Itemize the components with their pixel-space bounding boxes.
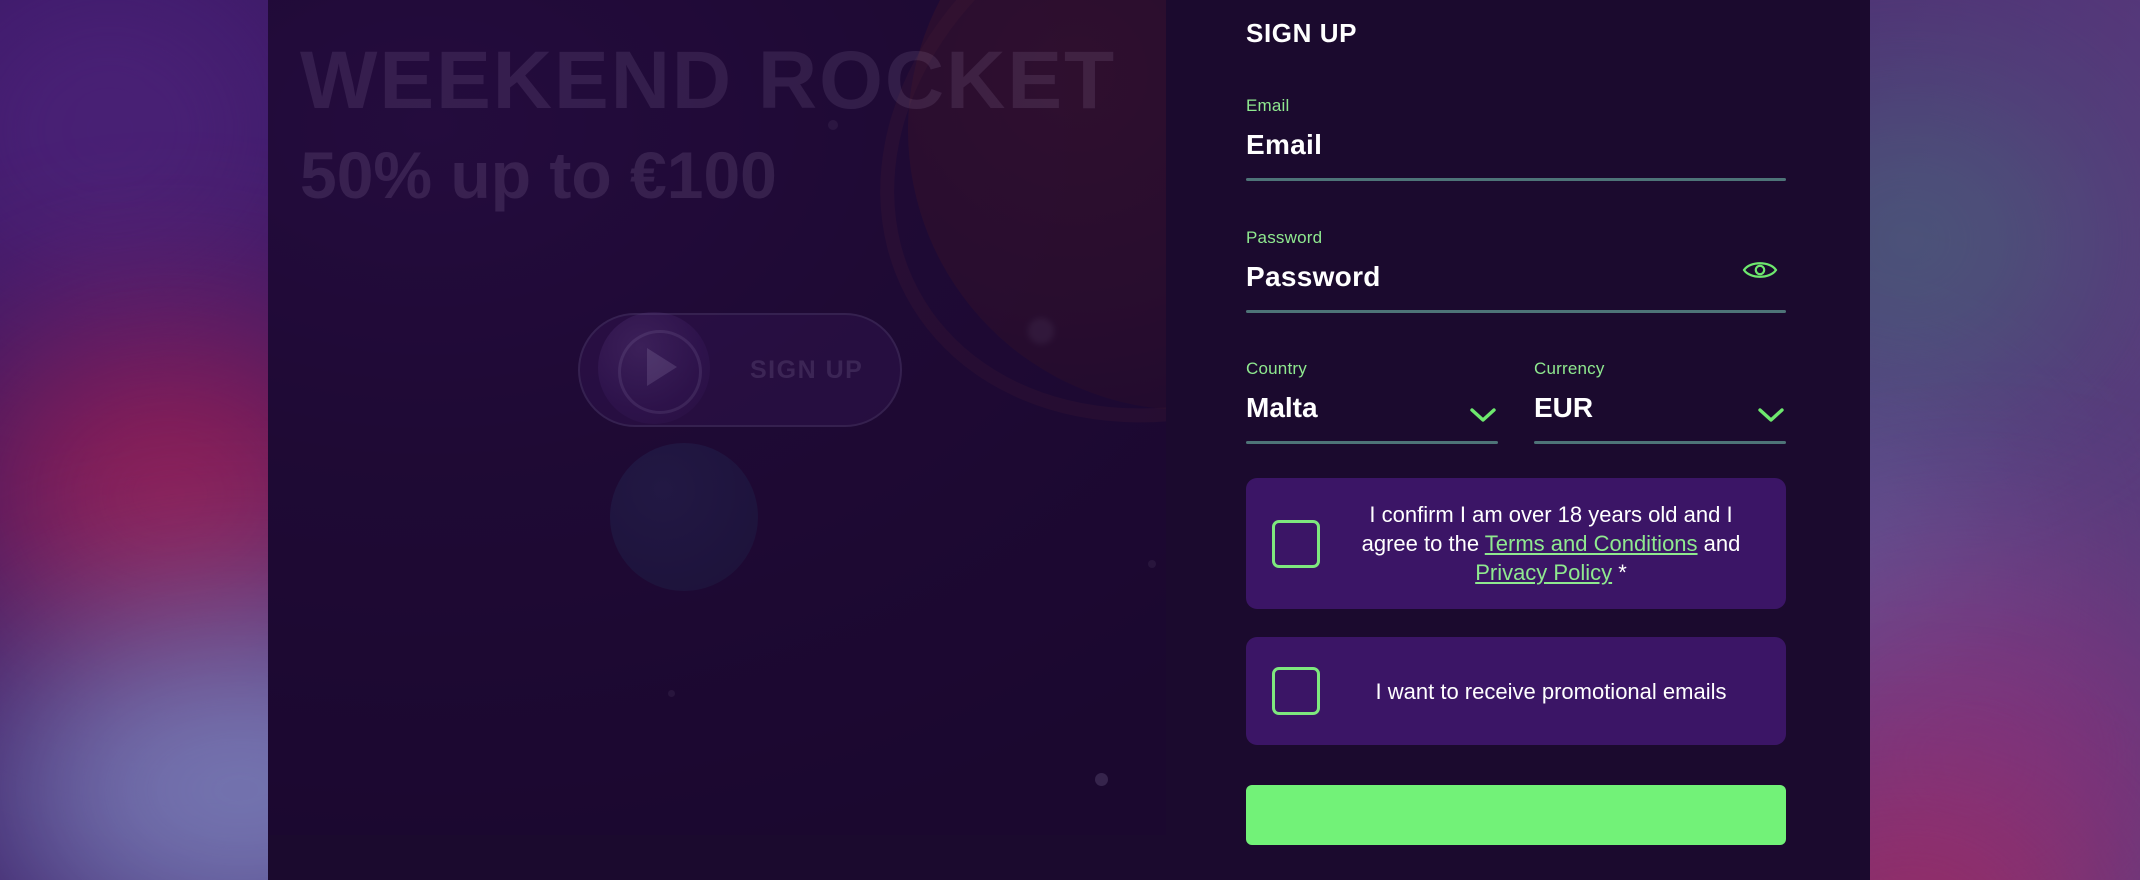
banner-content: WEEKEND ROCKET 50% up to €100 (300, 35, 1166, 212)
terms-text: I confirm I am over 18 years old and I a… (1342, 500, 1760, 587)
email-input[interactable]: Email (1246, 129, 1786, 161)
terms-consent-panel[interactable]: I confirm I am over 18 years old and I a… (1246, 478, 1786, 610)
signup-form-panel: SIGN UP Email Email Password Password Co… (1166, 0, 1870, 880)
email-label: Email (1246, 96, 1290, 115)
email-field-group: Email Email (1246, 96, 1786, 181)
banner-subtitle: 50% up to €100 (300, 138, 777, 212)
chevron-down-icon (1468, 399, 1498, 422)
country-underline (1246, 441, 1498, 444)
currency-value: EUR (1534, 392, 1594, 423)
carousel-dot[interactable] (1095, 773, 1108, 786)
password-label: Password (1246, 228, 1323, 247)
play-triangle-icon (647, 348, 677, 386)
promo-checkbox[interactable] (1272, 667, 1320, 716)
terms-required-mark: * (1612, 560, 1627, 586)
chevron-down-icon (1756, 399, 1786, 422)
currency-select[interactable]: EUR (1534, 392, 1786, 424)
submit-button[interactable] (1246, 785, 1786, 846)
banner-signup-label: SIGN UP (750, 356, 864, 384)
privacy-policy-link[interactable]: Privacy Policy (1475, 560, 1612, 585)
banner-title: WEEKEND ROCKET (300, 35, 1117, 126)
country-field-group: Country Malta (1246, 359, 1498, 444)
terms-text-middle: and (1697, 531, 1741, 557)
password-field-group: Password Password (1246, 228, 1786, 313)
password-input[interactable]: Password (1246, 261, 1786, 293)
terms-and-conditions-link[interactable]: Terms and Conditions (1485, 531, 1698, 556)
country-label: Country (1246, 359, 1307, 378)
email-underline (1246, 178, 1786, 181)
country-value: Malta (1246, 392, 1318, 423)
currency-underline (1534, 441, 1786, 444)
signup-modal: WEEKEND ROCKET 50% up to €100 SIGN UP SI… (268, 0, 1870, 880)
currency-label: Currency (1534, 359, 1605, 378)
signup-form: SIGN UP Email Email Password Password Co… (1246, 0, 1786, 846)
form-title: SIGN UP (1246, 18, 1358, 48)
eye-icon[interactable] (1742, 257, 1778, 283)
password-underline (1246, 310, 1786, 313)
currency-field-group: Currency EUR (1534, 359, 1786, 444)
promo-consent-panel[interactable]: I want to receive promotional emails (1246, 637, 1786, 746)
promo-banner[interactable]: WEEKEND ROCKET 50% up to €100 SIGN UP (268, 0, 1166, 835)
country-currency-row: Country Malta Currency EUR (1246, 359, 1786, 444)
country-select[interactable]: Malta (1246, 392, 1498, 424)
terms-checkbox[interactable] (1272, 519, 1320, 568)
promo-text: I want to receive promotional emails (1375, 678, 1727, 704)
